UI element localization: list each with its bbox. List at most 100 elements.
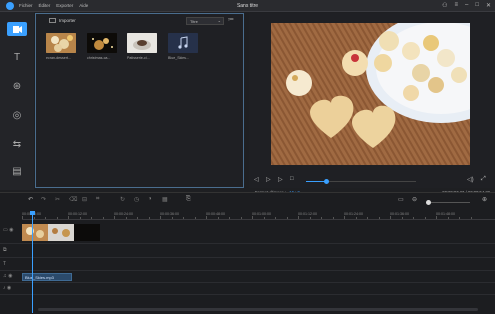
filters-tab[interactable]: ⊛: [9, 79, 25, 93]
track-controls: ♫ ◉: [3, 273, 19, 279]
video-clip[interactable]: [22, 224, 100, 241]
ruler-tick: [321, 217, 322, 219]
fullscreen-icon[interactable]: ⤢: [481, 176, 486, 183]
music-track-icon: ♫ ◉: [3, 273, 13, 279]
voice-track: ♪ ◉: [0, 283, 495, 295]
playhead[interactable]: [32, 212, 33, 313]
zoom-in-icon[interactable]: ⊕: [482, 196, 487, 203]
import-icon: [49, 18, 56, 23]
ruler-tick: [33, 217, 35, 219]
overlays-tab[interactable]: ◎: [9, 108, 25, 122]
voiceover-icon[interactable]: ⎘: [186, 196, 191, 203]
media-tab[interactable]: [7, 22, 27, 36]
zoom-slider[interactable]: [426, 202, 470, 203]
sort-select[interactable]: Titre ⌄: [186, 17, 224, 25]
video-preview: [271, 23, 470, 165]
ruler-tick: [240, 217, 242, 219]
transitions-tab[interactable]: ⇆: [9, 137, 25, 151]
mosaic-icon[interactable]: ▦: [162, 196, 168, 203]
text-track: T: [0, 258, 495, 271]
play-icon[interactable]: ▷: [266, 176, 271, 183]
ruler-tick: [355, 217, 357, 219]
transitions-icon: ⇆: [12, 138, 22, 150]
list-view-icon[interactable]: ≔: [228, 17, 236, 24]
video-track-icon: ▭ ◉: [3, 227, 14, 233]
ruler-tick: [344, 216, 345, 219]
zoom-out-icon[interactable]: ⊖: [412, 196, 417, 203]
text-track-icon: T: [3, 261, 7, 267]
account-icon[interactable]: ⚇: [442, 2, 447, 9]
ruler-tick-label: 00:01:36:00: [390, 212, 409, 216]
minimize-icon[interactable]: –: [465, 2, 468, 9]
previous-frame-icon[interactable]: ◁: [254, 176, 259, 183]
ruler-tick: [217, 217, 219, 219]
ruler-tick: [125, 217, 127, 219]
track-controls: ♪ ◉: [3, 285, 19, 291]
thumbnail-image: [87, 33, 117, 53]
volume-icon[interactable]: ◁): [467, 176, 474, 183]
import-label: Importer: [59, 18, 76, 23]
overlays-icon: ◎: [12, 109, 22, 121]
ruler-tick-label: 00:00:12:00: [68, 212, 87, 216]
media-library: Importer Titre ⌄ ≔ ecran-dessert... chri…: [35, 13, 244, 188]
ruler-tick: [470, 217, 472, 219]
ruler-tick: [436, 216, 437, 219]
ruler-tick: [390, 216, 391, 219]
media-thumbnail[interactable]: [87, 33, 117, 53]
pip-track: ⧉: [0, 244, 495, 258]
text-icon: T: [13, 51, 21, 63]
cut-icon[interactable]: ✂: [55, 196, 60, 203]
crop-icon[interactable]: ⌗: [96, 196, 99, 203]
audio-clip[interactable]: Blue_Skies.mp3: [22, 273, 72, 281]
split-icon[interactable]: ⊟: [82, 196, 87, 203]
audio-thumbnail[interactable]: [168, 33, 198, 53]
ruler-tick-label: 00:01:48:00: [436, 212, 455, 216]
color-icon[interactable]: ◑: [148, 196, 152, 202]
speed-icon[interactable]: ◷: [134, 196, 139, 203]
ruler-tick: [263, 217, 265, 219]
mic-track-icon: ♪ ◉: [3, 285, 12, 291]
ruler-tick: [160, 216, 161, 219]
ruler-tick-label: 00:00:36:00: [160, 212, 179, 216]
media-thumbnail[interactable]: [127, 33, 157, 53]
text-tab[interactable]: T: [9, 50, 25, 64]
next-frame-icon[interactable]: ▷: [278, 176, 283, 183]
audio-track: ♫ ◉: [0, 271, 495, 283]
progress-fill: [306, 181, 326, 182]
ruler-tick: [332, 217, 334, 219]
ruler-tick: [447, 217, 449, 219]
overlay-track-icon: ⧉: [3, 247, 7, 253]
timeline-scrollbar[interactable]: [38, 308, 478, 311]
ruler-tick: [45, 217, 46, 219]
playback-progress[interactable]: [306, 179, 416, 184]
chevron-down-icon: ⌄: [217, 18, 221, 23]
progress-handle[interactable]: [323, 179, 329, 184]
close-icon[interactable]: ✕: [486, 2, 491, 9]
media-icon: [12, 25, 22, 33]
media-thumbnail[interactable]: [46, 33, 76, 53]
maximize-icon[interactable]: □: [475, 2, 479, 9]
ruler-tick: [413, 217, 414, 219]
elements-tab[interactable]: ▤: [9, 164, 25, 178]
redo-icon[interactable]: ↷: [41, 196, 46, 203]
ruler-tick-label: 00:00:24:00: [114, 212, 133, 216]
import-button[interactable]: Importer: [49, 18, 76, 23]
music-note-icon: [168, 33, 198, 53]
menu-icon[interactable]: ≡: [454, 2, 458, 9]
timeline: ↶ ↷ ✂ ⌫ ⊟ ⌗ ↻ ◷ ◑ ▦ ⎘ ▭ ⊖ ⊕ 00:00:00:000…: [0, 192, 495, 314]
time-ruler[interactable]: 00:00:00:0000:00:12:0000:00:24:0000:00:3…: [22, 212, 495, 220]
delete-icon[interactable]: ⌫: [69, 196, 77, 203]
media-label: Blue_Skies...: [168, 56, 189, 60]
ruler-tick: [424, 217, 426, 219]
zoom-handle[interactable]: [426, 200, 432, 205]
zoom-fit-icon[interactable]: ▭: [398, 196, 404, 203]
rotate-icon[interactable]: ↻: [120, 196, 125, 203]
ruler-tick: [56, 217, 58, 219]
media-label: christmas-ca...: [87, 56, 111, 60]
ruler-tick: [401, 217, 403, 219]
stop-icon[interactable]: □: [290, 176, 294, 182]
track-controls: ▭ ◉: [3, 227, 19, 233]
ruler-tick: [367, 217, 368, 219]
ruler-tick: [22, 216, 23, 219]
undo-icon[interactable]: ↶: [28, 196, 33, 203]
